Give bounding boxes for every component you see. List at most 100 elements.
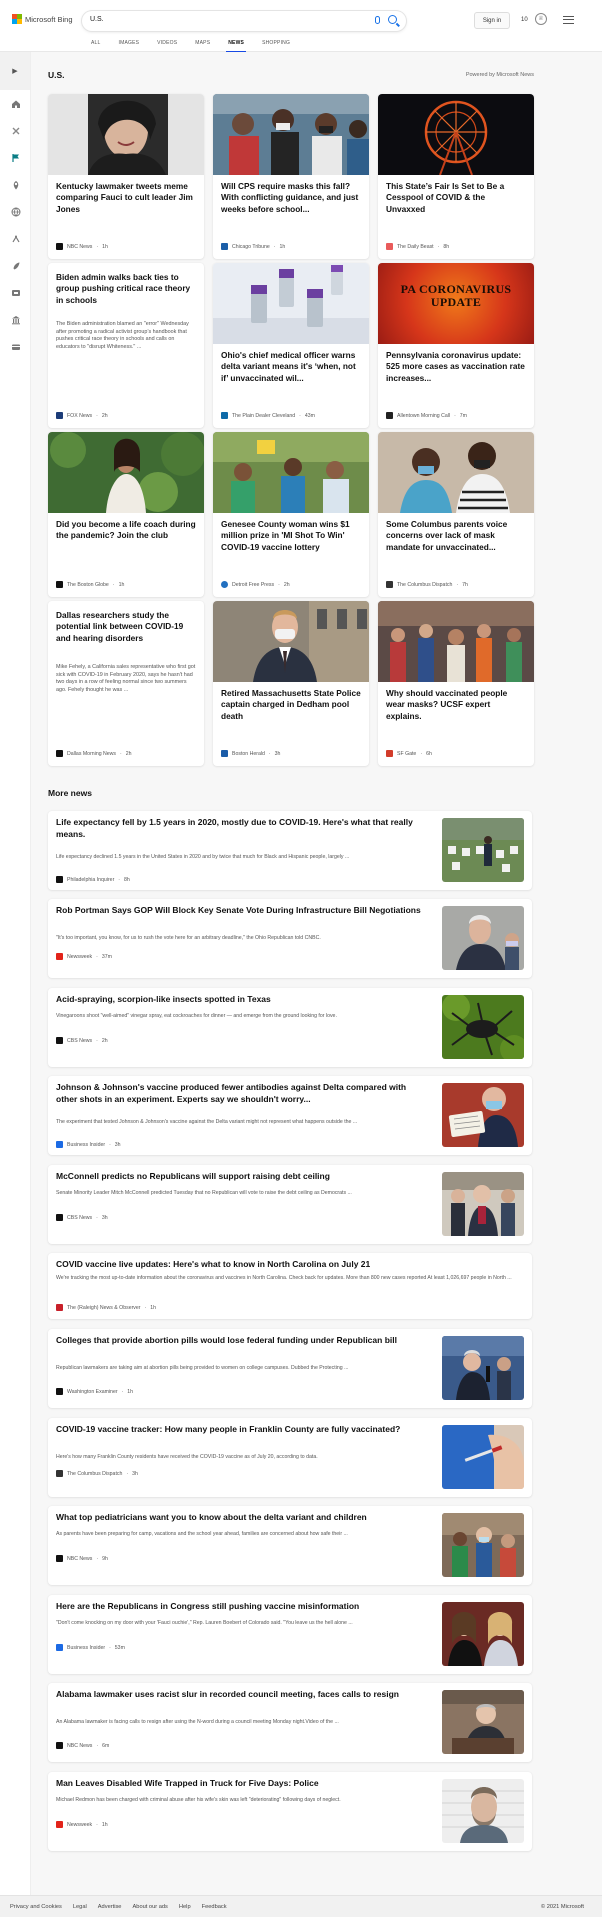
publisher-name[interactable]: The Plain Dealer Cleveland <box>232 413 295 419</box>
publisher-name[interactable]: Newsweek <box>67 1822 92 1828</box>
publisher-name[interactable]: NBC News <box>67 244 92 250</box>
article-title[interactable]: Man Leaves Disabled Wife Trapped in Truc… <box>56 1777 428 1789</box>
article-title[interactable]: COVID-19 vaccine tracker: How many peopl… <box>56 1423 428 1435</box>
movie-icon[interactable] <box>10 287 21 298</box>
publisher-name[interactable]: The Columbus Dispatch <box>397 582 452 588</box>
card-title[interactable]: Kentucky lawmaker tweets meme comparing … <box>56 181 196 215</box>
search-icon[interactable] <box>388 15 397 24</box>
article-title[interactable]: Rob Portman Says GOP Will Block Key Sena… <box>56 904 428 916</box>
list-item[interactable]: Colleges that provide abortion pills wou… <box>48 1329 532 1408</box>
publisher-name[interactable]: CBS News <box>67 1215 92 1221</box>
article-title[interactable]: Johnson & Johnson's vaccine produced few… <box>56 1081 428 1105</box>
flag-icon[interactable] <box>10 152 21 163</box>
card-title[interactable]: Dallas researchers study the potential l… <box>56 610 196 644</box>
tab-news[interactable]: NEWS <box>219 38 253 52</box>
list-item[interactable]: Man Leaves Disabled Wife Trapped in Truc… <box>48 1772 532 1851</box>
tab-all[interactable]: ALL <box>82 38 110 52</box>
article-title[interactable]: Life expectancy fell by 1.5 years in 202… <box>56 816 428 840</box>
list-item[interactable]: Alabama lawmaker uses racist slur in rec… <box>48 1683 532 1762</box>
tab-images[interactable]: IMAGES <box>110 38 149 52</box>
tools-icon[interactable] <box>10 125 21 136</box>
footer-link-about-ads[interactable]: About our ads <box>132 1904 167 1910</box>
publisher-name[interactable]: The (Raleigh) News & Observer <box>67 1305 141 1311</box>
publisher-name[interactable]: Philadelphia Inquirer <box>67 877 114 883</box>
list-item[interactable]: Johnson & Johnson's vaccine produced few… <box>48 1076 532 1155</box>
home-icon[interactable] <box>10 98 21 109</box>
expand-icon[interactable]: ▶ <box>0 52 30 90</box>
search-input[interactable]: U.S. <box>82 11 406 31</box>
location-icon[interactable] <box>10 179 21 190</box>
publisher-name[interactable]: Business Insider <box>67 1645 105 1651</box>
footer-link-advertise[interactable]: Advertise <box>98 1904 122 1910</box>
publisher-name[interactable]: Newsweek <box>67 954 92 960</box>
publisher-name[interactable]: NBC News <box>67 1556 92 1562</box>
news-card[interactable]: Will CPS require masks this fall? With c… <box>213 94 369 259</box>
publisher-name[interactable]: Detroit Free Press <box>232 582 274 588</box>
publisher-name[interactable]: CBS News <box>67 1038 92 1044</box>
card-title[interactable]: Some Columbus parents voice concerns ove… <box>386 519 526 553</box>
footer-link-help[interactable]: Help <box>179 1904 191 1910</box>
card-title[interactable]: Retired Massachusetts State Police capta… <box>221 688 361 722</box>
news-card[interactable]: Some Columbus parents voice concerns ove… <box>378 432 534 597</box>
publisher-name[interactable]: FOX News <box>67 413 92 419</box>
bank-icon[interactable] <box>10 314 21 325</box>
publisher-name[interactable]: Allentown Morning Call <box>397 413 450 419</box>
sign-in-button[interactable]: Sign in <box>474 12 510 29</box>
article-title[interactable]: McConnell predicts no Republicans will s… <box>56 1170 428 1182</box>
rocket-icon[interactable] <box>10 260 21 271</box>
news-card[interactable]: PA CORONAVIRUS UPDATE Pennsylvania coron… <box>378 263 534 428</box>
footer-link-legal[interactable]: Legal <box>73 1904 87 1910</box>
news-card[interactable]: Dallas researchers study the potential l… <box>48 601 204 766</box>
news-card[interactable]: Did you become a life coach during the p… <box>48 432 204 597</box>
article-title[interactable]: Acid-spraying, scorpion-like insects spo… <box>56 993 428 1005</box>
news-card[interactable]: Ohio's chief medical officer warns delta… <box>213 263 369 428</box>
list-item[interactable]: Rob Portman Says GOP Will Block Key Sena… <box>48 899 532 978</box>
card-title[interactable]: Pennsylvania coronavirus update: 525 mor… <box>386 350 526 384</box>
bing-logo[interactable]: Microsoft Bing <box>12 14 73 24</box>
news-card[interactable]: Biden admin walks back ties to group pus… <box>48 263 204 428</box>
article-title[interactable]: Here are the Republicans in Congress sti… <box>56 1600 428 1612</box>
list-item[interactable]: COVID-19 vaccine tracker: How many peopl… <box>48 1418 532 1497</box>
list-item[interactable]: What top pediatricians want you to know … <box>48 1506 532 1585</box>
globe-icon[interactable] <box>10 206 21 217</box>
publisher-name[interactable]: Boston Herald <box>232 751 265 757</box>
card-title[interactable]: Biden admin walks back ties to group pus… <box>56 272 196 306</box>
card-title[interactable]: Ohio's chief medical officer warns delta… <box>221 350 361 384</box>
list-item[interactable]: COVID vaccine live updates: Here's what … <box>48 1253 532 1319</box>
hamburger-menu-icon[interactable] <box>563 16 574 24</box>
list-item[interactable]: Life expectancy fell by 1.5 years in 202… <box>48 811 532 890</box>
news-card[interactable]: Kentucky lawmaker tweets meme comparing … <box>48 94 204 259</box>
publisher-name[interactable]: NBC News <box>67 1743 92 1749</box>
article-title[interactable]: COVID vaccine live updates: Here's what … <box>56 1258 520 1270</box>
rewards-count[interactable]: 10 <box>521 17 528 23</box>
list-item[interactable]: Here are the Republicans in Congress sti… <box>48 1595 532 1674</box>
card-icon[interactable] <box>10 341 21 352</box>
news-card[interactable]: Why should vaccinated people wear masks?… <box>378 601 534 766</box>
news-card[interactable]: Retired Massachusetts State Police capta… <box>213 601 369 766</box>
briefcase-icon[interactable] <box>10 233 21 244</box>
card-title[interactable]: Genesee County woman wins $1 million pri… <box>221 519 361 553</box>
publisher-name[interactable]: The Columbus Dispatch <box>67 1471 122 1477</box>
tab-maps[interactable]: MAPS <box>186 38 219 52</box>
list-item[interactable]: McConnell predicts no Republicans will s… <box>48 1165 532 1244</box>
publisher-name[interactable]: The Daily Beast <box>397 244 434 250</box>
card-title[interactable]: Will CPS require masks this fall? With c… <box>221 181 361 215</box>
article-title[interactable]: Colleges that provide abortion pills wou… <box>56 1334 428 1346</box>
publisher-name[interactable]: Dallas Morning News <box>67 751 116 757</box>
footer-link-feedback[interactable]: Feedback <box>202 1904 227 1910</box>
card-title[interactable]: Why should vaccinated people wear masks?… <box>386 688 526 722</box>
publisher-name[interactable]: The Boston Globe <box>67 582 109 588</box>
article-title[interactable]: Alabama lawmaker uses racist slur in rec… <box>56 1688 428 1700</box>
article-title[interactable]: What top pediatricians want you to know … <box>56 1511 428 1523</box>
tab-videos[interactable]: VIDEOS <box>148 38 186 52</box>
publisher-name[interactable]: SF Gate <box>397 751 416 757</box>
publisher-name[interactable]: Business Insider <box>67 1142 105 1148</box>
tab-shopping[interactable]: SHOPPING <box>253 38 299 52</box>
list-item[interactable]: Acid-spraying, scorpion-like insects spo… <box>48 988 532 1067</box>
publisher-name[interactable]: Washington Examiner <box>67 1389 118 1395</box>
footer-link-privacy[interactable]: Privacy and Cookies <box>10 1904 62 1910</box>
search-query[interactable]: U.S. <box>90 16 104 23</box>
microphone-icon[interactable] <box>375 16 380 24</box>
rewards-trophy-icon[interactable]: ♕ <box>535 13 547 25</box>
card-title[interactable]: This State’s Fair Is Set to Be a Cesspoo… <box>386 181 526 215</box>
